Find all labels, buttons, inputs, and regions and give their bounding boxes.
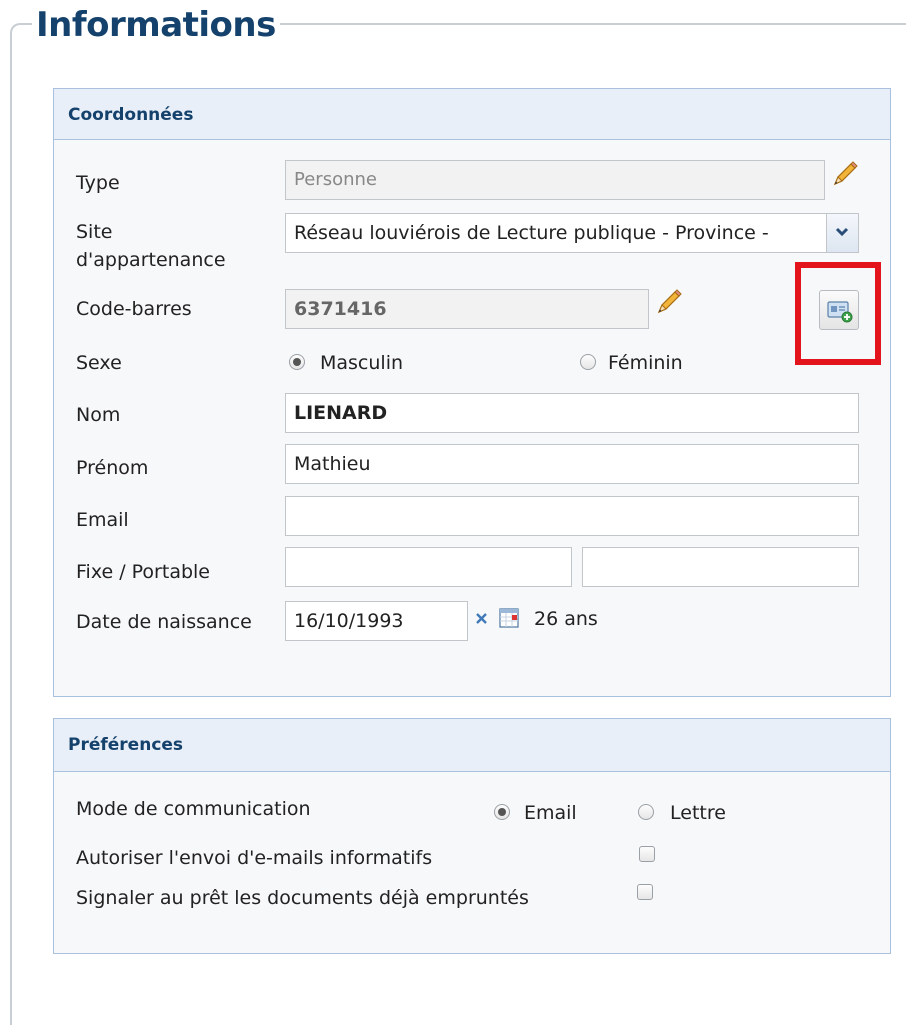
prenom-field[interactable]: Mathieu xyxy=(285,444,859,484)
radio-lettre-label: Lettre xyxy=(670,802,726,824)
fixe-field[interactable] xyxy=(285,547,572,587)
birth-field[interactable]: 16/10/1993 xyxy=(285,601,468,641)
calendar-icon[interactable] xyxy=(498,607,520,629)
preferences-panel: Préférences xyxy=(53,718,891,954)
sexe-label: Sexe xyxy=(76,352,122,374)
preferences-header: Préférences xyxy=(54,719,890,772)
nom-field[interactable]: LIENARD xyxy=(285,393,859,433)
mode-label: Mode de communication xyxy=(76,798,311,820)
autoriser-label: Autoriser l'envoi d'e-mails informatifs xyxy=(76,847,433,869)
id-card-add-icon xyxy=(827,301,853,323)
prenom-label: Prénom xyxy=(76,457,149,479)
pencil-icon[interactable] xyxy=(653,288,683,318)
barcode-field[interactable]: 6371416 xyxy=(285,289,649,329)
radio-feminin[interactable] xyxy=(580,354,596,370)
radio-email-label: Email xyxy=(524,802,577,824)
portable-field[interactable] xyxy=(582,547,859,587)
phones-label: Fixe / Portable xyxy=(76,561,210,583)
email-label: Email xyxy=(76,509,129,531)
chevron-down-icon xyxy=(835,227,849,237)
age-text: 26 ans xyxy=(534,608,598,630)
site-label-line2: d'appartenance xyxy=(76,249,226,271)
radio-feminin-label: Féminin xyxy=(608,352,683,374)
birth-label: Date de naissance xyxy=(76,611,252,633)
autoriser-checkbox[interactable] xyxy=(639,846,655,862)
type-field[interactable]: Personne xyxy=(285,160,825,200)
signaler-label: Signaler au prêt les documents déjà empr… xyxy=(76,887,529,909)
coordonnees-header: Coordonnées xyxy=(54,89,890,140)
section-title: Informations xyxy=(32,0,280,50)
radio-lettre[interactable] xyxy=(638,804,654,820)
radio-email[interactable] xyxy=(494,804,510,820)
add-card-button[interactable] xyxy=(819,290,859,330)
pencil-icon[interactable] xyxy=(829,160,859,190)
clear-x-icon[interactable] xyxy=(474,611,490,627)
radio-masculin[interactable] xyxy=(289,354,305,370)
site-label-line1: Site xyxy=(76,221,113,243)
site-select[interactable]: Réseau louviérois de Lecture publique - … xyxy=(285,213,859,253)
email-field[interactable] xyxy=(285,496,859,536)
signaler-checkbox[interactable] xyxy=(637,884,653,900)
type-label: Type xyxy=(76,172,120,194)
site-select-toggle[interactable] xyxy=(826,214,858,252)
barcode-label: Code-barres xyxy=(76,298,192,320)
nom-label: Nom xyxy=(76,404,121,426)
radio-masculin-label: Masculin xyxy=(320,352,404,374)
